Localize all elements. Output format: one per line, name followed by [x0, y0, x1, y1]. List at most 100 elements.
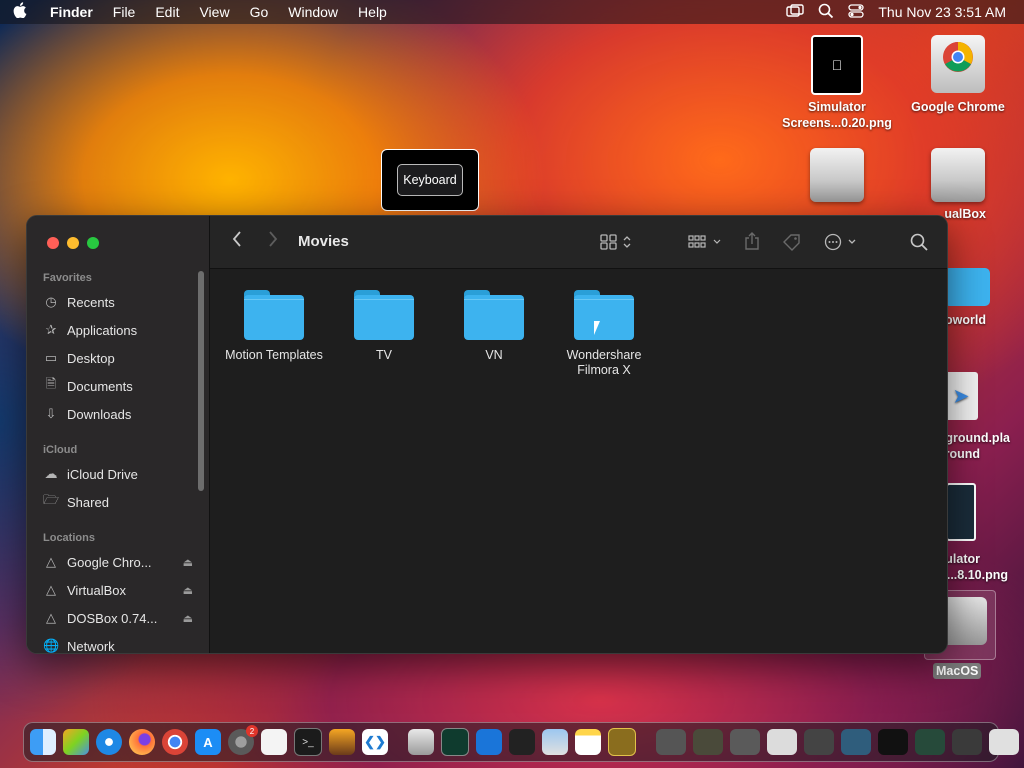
sidebar-item-downloads[interactable]: ⇩ Downloads	[43, 403, 193, 425]
sidebar-item-icloud-drive[interactable]: ☁ iCloud Drive	[43, 463, 193, 485]
menu-finder[interactable]: Finder	[40, 4, 103, 20]
menu-view[interactable]: View	[189, 4, 239, 20]
icon-view-toggle[interactable]	[600, 234, 634, 255]
desktop-icon-simulator-screenshot-1[interactable]:  Simulator Screens...0.20.png	[777, 35, 897, 131]
folder-vn[interactable]: VN	[439, 290, 549, 363]
spotlight-search-icon[interactable]	[818, 3, 834, 22]
sidebar-item-desktop[interactable]: ▭ Desktop	[43, 347, 193, 369]
finder-dock-icon[interactable]	[30, 729, 56, 755]
preview-dock-icon[interactable]	[542, 729, 568, 755]
keyboard-popup: Keyboard	[381, 149, 479, 211]
desktop-icon-virtualbox[interactable]: ualBox	[898, 148, 1018, 222]
menu-file[interactable]: File	[103, 4, 146, 20]
sidebar-item-label: Applications	[67, 322, 138, 338]
group-by-dropdown[interactable]	[688, 234, 724, 255]
menubar-clock[interactable]: Thu Nov 23 3:51 AM	[878, 4, 1006, 20]
external-disk-icon	[931, 148, 985, 202]
installer-dock-icon[interactable]	[408, 729, 434, 755]
vscode-dock-icon[interactable]: ❮❯	[362, 729, 388, 755]
folder-icon	[244, 290, 304, 340]
folder-icon	[944, 268, 990, 306]
forward-button[interactable]	[268, 231, 278, 252]
applications-icon: ✰	[45, 322, 57, 337]
minimized-window-5[interactable]	[804, 729, 834, 755]
minimized-window-9[interactable]	[952, 729, 982, 755]
notes-dock-icon[interactable]	[575, 729, 601, 755]
sidebar-item-label: Network	[67, 638, 115, 654]
sidebar-item-google-chrome[interactable]: △ Google Chro... ⏏	[43, 551, 193, 573]
drive-icon: △	[46, 554, 56, 569]
sidebar-item-recents[interactable]: ◷ Recents	[43, 291, 193, 313]
desktop-icon: ▭	[44, 350, 58, 365]
minimized-window-7[interactable]	[878, 729, 908, 755]
folder-tv[interactable]: TV	[329, 290, 439, 363]
folder-motion-templates[interactable]: Motion Templates	[219, 290, 329, 363]
minimized-window-8[interactable]	[915, 729, 945, 755]
minimized-window-6[interactable]	[841, 729, 871, 755]
close-button[interactable]	[47, 237, 59, 249]
external-disk-icon	[810, 148, 864, 202]
menu-bar: Finder File Edit View Go Window Help Thu…	[0, 0, 1024, 24]
minimized-window-3[interactable]	[730, 729, 760, 755]
minimized-window-10[interactable]	[989, 729, 1019, 755]
garageband-dock-icon[interactable]	[329, 729, 355, 755]
app-store-dock-icon[interactable]: A	[195, 729, 221, 755]
drive-icon: △	[46, 610, 56, 625]
search-icon[interactable]	[910, 233, 928, 256]
minimized-window-4[interactable]	[767, 729, 797, 755]
desktop-icon-disk-1[interactable]	[777, 148, 897, 206]
activity-monitor-dock-icon[interactable]	[441, 728, 469, 756]
launchpad-dock-icon[interactable]	[63, 729, 89, 755]
tag-icon[interactable]	[782, 233, 802, 256]
sidebar-item-shared[interactable]: 🗁 Shared	[43, 491, 193, 513]
voice-memos-dock-icon[interactable]	[509, 729, 535, 755]
firefox-dock-icon[interactable]	[129, 729, 155, 755]
minimized-window-1[interactable]	[656, 729, 686, 755]
menu-go[interactable]: Go	[240, 4, 279, 20]
eject-icon[interactable]: ⏏	[183, 556, 193, 569]
folder-icon	[464, 290, 524, 340]
finder-sidebar: Favorites ◷ Recents ✰ Applications ▭ Deskto…	[27, 216, 210, 653]
sidebar-item-dosbox[interactable]: △ DOSBox 0.74... ⏏	[43, 607, 193, 629]
apple-menu-icon[interactable]	[0, 1, 40, 23]
sidebar-scrollbar[interactable]	[198, 271, 204, 491]
zoom-button[interactable]	[87, 237, 99, 249]
finder-window: Favorites ◷ Recents ✰ Applications ▭ Deskto…	[26, 215, 948, 654]
xcode-dock-icon[interactable]	[476, 729, 502, 755]
eject-icon[interactable]: ⏏	[183, 612, 193, 625]
back-button[interactable]	[232, 231, 242, 252]
screen-mirroring-icon[interactable]	[786, 3, 805, 21]
sidebar-item-documents[interactable]: 🗎 Documents	[43, 375, 193, 397]
control-center-icon[interactable]	[848, 3, 865, 21]
sidebar-item-applications[interactable]: ✰ Applications	[43, 319, 193, 341]
share-icon[interactable]	[744, 232, 760, 255]
dosbox-dock-icon[interactable]	[608, 728, 636, 756]
sidebar-item-label: iCloud Drive	[67, 466, 138, 482]
menu-help[interactable]: Help	[348, 4, 397, 20]
drive-icon: △	[46, 582, 56, 597]
chrome-disk-icon	[931, 35, 985, 93]
eject-icon[interactable]: ⏏	[183, 584, 193, 597]
safari-dock-icon[interactable]	[96, 729, 122, 755]
sidebar-item-label: VirtualBox	[67, 582, 127, 598]
swift-playground-icon: ➤	[944, 372, 978, 420]
keyboard-button[interactable]: Keyboard	[397, 164, 463, 196]
textedit-dock-icon[interactable]	[261, 729, 287, 755]
file-name: Wondershare	[566, 348, 642, 362]
system-settings-dock-icon[interactable]: 2	[228, 725, 258, 755]
sidebar-item-network[interactable]: 🌐 Network	[43, 635, 193, 654]
cloud-icon: ☁	[44, 466, 58, 481]
sidebar-item-label: Google Chro...	[67, 554, 152, 570]
terminal-dock-icon[interactable]: >_	[294, 728, 322, 756]
minimize-button[interactable]	[67, 237, 79, 249]
more-actions-icon[interactable]	[824, 233, 860, 256]
chrome-dock-icon[interactable]	[162, 729, 188, 755]
minimized-window-2[interactable]	[693, 729, 723, 755]
sidebar-item-virtualbox[interactable]: △ VirtualBox ⏏	[43, 579, 193, 601]
desktop-icon-label: Screens...0.20.png	[782, 116, 892, 130]
desktop-icon-google-chrome[interactable]: Google Chrome	[898, 35, 1018, 115]
menu-edit[interactable]: Edit	[145, 4, 189, 20]
file-name: Filmora X	[577, 363, 631, 377]
menu-window[interactable]: Window	[278, 4, 348, 20]
folder-icon	[354, 290, 414, 340]
